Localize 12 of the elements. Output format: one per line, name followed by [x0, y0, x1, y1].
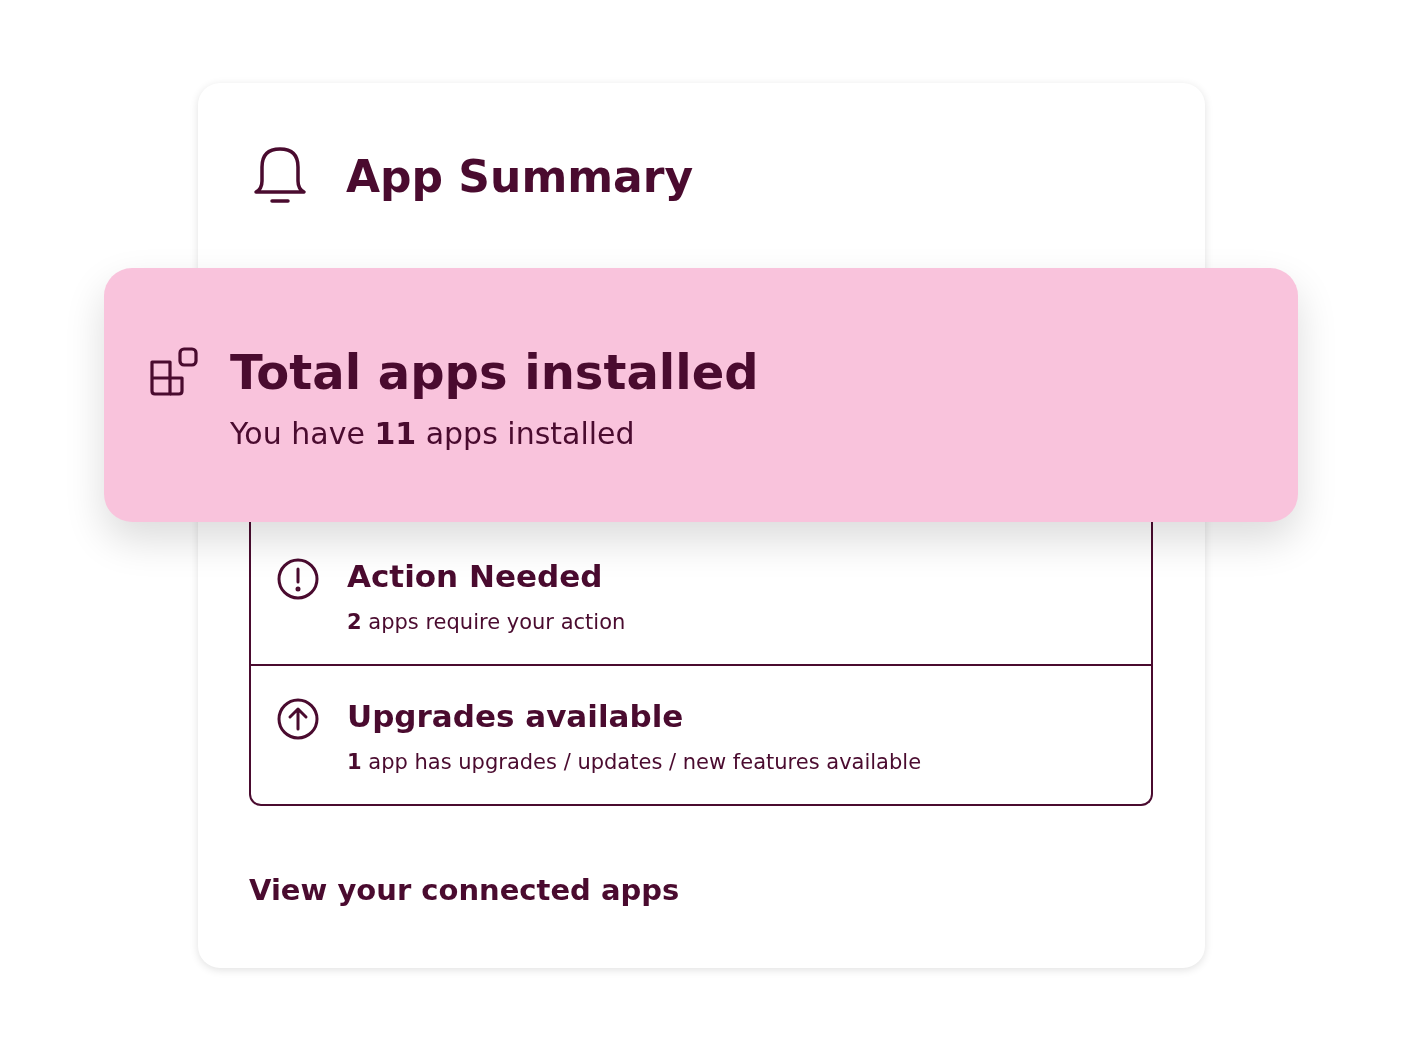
item-description: 1 app has upgrades / updates / new features available [347, 749, 922, 776]
banner-title: Total apps installed [230, 344, 759, 400]
bell-icon [252, 145, 308, 205]
apps-grid-icon [148, 346, 200, 398]
item-description: 2 apps require your action [347, 609, 626, 636]
item-title: Upgrades available [347, 697, 685, 736]
arrow-up-icon [277, 698, 319, 740]
banner-description: You have 11 apps installed [230, 416, 636, 452]
connected-apps-link[interactable]: View your connected apps [249, 870, 680, 910]
item-title: Action Needed [347, 557, 604, 596]
card-title: App Summary [346, 150, 694, 204]
alert-icon [277, 558, 319, 600]
